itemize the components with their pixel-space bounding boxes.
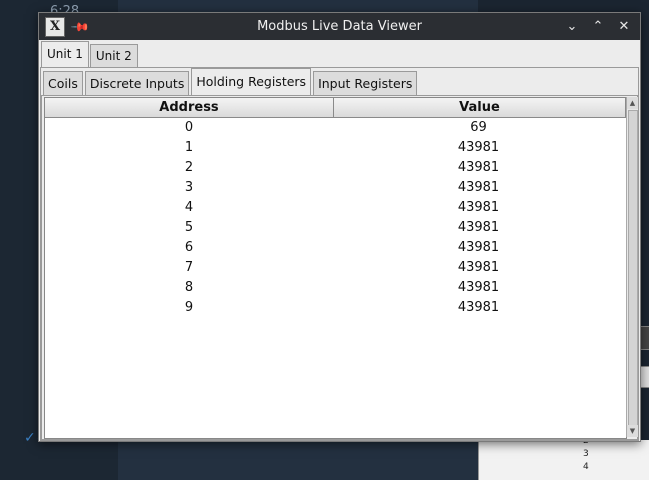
- table-row[interactable]: 3 43981: [45, 178, 626, 198]
- app-icon[interactable]: X: [45, 16, 65, 37]
- pin-icon[interactable]: 📌: [70, 16, 90, 36]
- registers-table: Address Value 0 69 1 43981 2 43981 3 43981 4…: [44, 97, 627, 439]
- table-row[interactable]: 4 43981: [45, 198, 626, 218]
- value-cell: 43981: [457, 140, 500, 155]
- tab-input-registers[interactable]: Input Registers: [313, 71, 418, 96]
- background-panel-number: 3: [583, 449, 589, 459]
- tab-unit-1[interactable]: Unit 1: [41, 41, 89, 67]
- maximize-icon[interactable]: ⌃: [590, 17, 606, 35]
- close-icon[interactable]: ✕: [616, 17, 632, 35]
- register-tab-panel: Address Value 0 69 1 43981 2 43981 3 43981 4…: [41, 95, 638, 440]
- unit-tab-panel: Coils Discrete Inputs Holding Registers …: [40, 67, 639, 441]
- title-bar[interactable]: X 📌 Modbus Live Data Viewer ⌄ ⌃ ✕: [39, 13, 640, 40]
- scroll-up-arrow-icon[interactable]: ▲: [627, 97, 638, 109]
- address-cell: 1: [184, 140, 194, 155]
- value-column-header[interactable]: Value: [334, 98, 626, 117]
- table-row[interactable]: 1 43981: [45, 138, 626, 158]
- minimize-icon[interactable]: ⌄: [564, 17, 580, 35]
- scroll-down-arrow-icon[interactable]: ▼: [627, 425, 638, 437]
- background-panel: 2 3 4: [478, 436, 649, 480]
- address-cell: 8: [184, 280, 194, 295]
- background-panel-number: 4: [583, 462, 589, 472]
- table-row[interactable]: 2 43981: [45, 158, 626, 178]
- table-row[interactable]: 8 43981: [45, 278, 626, 298]
- table-header: Address Value: [45, 98, 626, 118]
- table-row[interactable]: 6 43981: [45, 238, 626, 258]
- table-row[interactable]: 0 69: [45, 118, 626, 138]
- value-cell: 43981: [457, 240, 500, 255]
- address-cell: 4: [184, 200, 194, 215]
- address-cell: 2: [184, 160, 194, 175]
- address-cell: 3: [184, 180, 194, 195]
- vertical-scrollbar[interactable]: ▲ ▼: [626, 97, 638, 437]
- tab-holding-registers[interactable]: Holding Registers: [191, 68, 312, 96]
- address-cell: 5: [184, 220, 194, 235]
- scrollbar-thumb[interactable]: [628, 110, 638, 426]
- address-cell: 7: [184, 260, 194, 275]
- value-cell: 43981: [457, 160, 500, 175]
- window-title: Modbus Live Data Viewer: [257, 19, 422, 34]
- address-cell: 6: [184, 240, 194, 255]
- unit-tab-bar: Unit 1 Unit 2: [39, 40, 640, 67]
- value-cell: 43981: [457, 180, 500, 195]
- tab-discrete-inputs[interactable]: Discrete Inputs: [84, 71, 190, 96]
- table-row[interactable]: 9 43981: [45, 298, 626, 318]
- table-row[interactable]: 7 43981: [45, 258, 626, 278]
- modbus-viewer-window: X 📌 Modbus Live Data Viewer ⌄ ⌃ ✕ Unit 1…: [38, 12, 641, 442]
- tab-coils[interactable]: Coils: [43, 71, 83, 96]
- value-cell: 43981: [457, 220, 500, 235]
- address-column-header[interactable]: Address: [45, 98, 334, 117]
- tab-unit-2[interactable]: Unit 2: [89, 44, 138, 67]
- value-cell: 43981: [457, 300, 500, 315]
- address-cell: 0: [184, 120, 194, 135]
- value-cell: 43981: [457, 260, 500, 275]
- register-tab-bar: Coils Discrete Inputs Holding Registers …: [41, 68, 638, 96]
- value-cell: 43981: [457, 200, 500, 215]
- address-cell: 9: [184, 300, 194, 315]
- value-cell: 69: [470, 120, 487, 135]
- value-cell: 43981: [457, 280, 500, 295]
- table-row[interactable]: 5 43981: [45, 218, 626, 238]
